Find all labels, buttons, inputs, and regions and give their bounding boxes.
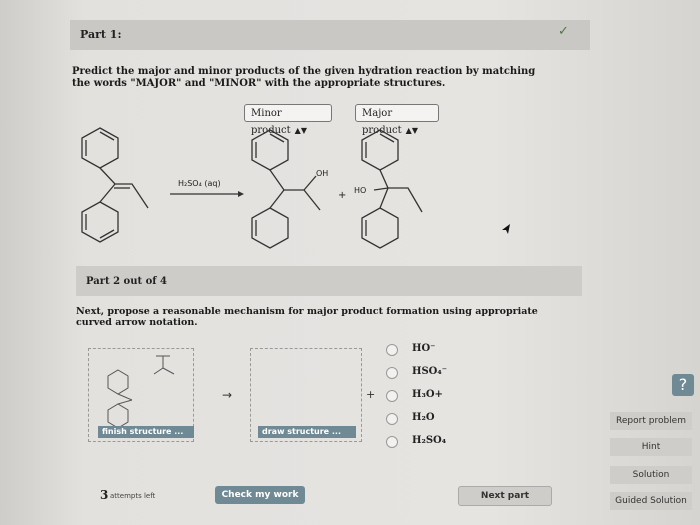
check-my-work-button[interactable]: Check my work: [215, 486, 305, 504]
option-label-2: H₃O+: [412, 389, 443, 400]
report-problem-button[interactable]: Report problem: [610, 412, 692, 430]
option-radio-1[interactable]: [386, 367, 398, 379]
part1-question: Predict the major and minor products of …: [72, 66, 536, 89]
mechanism-plus: +: [366, 388, 376, 401]
option-label-3: H₂O: [412, 412, 435, 423]
option-radio-4[interactable]: [386, 436, 398, 448]
option-radio-2[interactable]: [386, 390, 398, 402]
finish-structure-button[interactable]: finish structure ...: [98, 426, 194, 438]
oh-label: OH: [316, 169, 328, 178]
mechanism-arrow: →: [222, 388, 233, 402]
reagent-label: H₂SO₄ (aq): [178, 179, 221, 188]
option-label-1: HSO₄⁻: [412, 366, 448, 377]
guided-solution-button[interactable]: Guided Solution: [610, 492, 692, 510]
draw-structure-button[interactable]: draw structure ...: [258, 426, 356, 438]
option-label-0: HO⁻: [412, 343, 436, 354]
next-part-button[interactable]: Next part: [458, 486, 552, 506]
help-icon[interactable]: ?: [672, 374, 694, 396]
plus-sign: +: [338, 190, 346, 201]
attempts-count: 3: [100, 488, 109, 502]
page: Part 1: ✓ Predict the major and minor pr…: [0, 0, 700, 525]
part2-title: Part 2 out of 4: [86, 276, 167, 287]
part1-title: Part 1:: [80, 28, 122, 41]
option-radio-3[interactable]: [386, 413, 398, 425]
cursor-icon: [502, 224, 510, 234]
option-radio-0[interactable]: [386, 344, 398, 356]
mechanism-structure: [107, 355, 175, 428]
part2-question: Next, propose a reasonable mechanism for…: [76, 306, 538, 328]
reactant-structure: [81, 127, 149, 243]
part1-header: [70, 20, 590, 50]
ho-label: HO: [354, 186, 366, 195]
product-1-structure: [251, 129, 321, 249]
option-label-4: H₂SO₄: [412, 435, 447, 446]
check-icon: ✓: [558, 24, 569, 39]
reaction-scheme: H₂SO₄ (aq) OH + HO: [81, 127, 423, 249]
hint-button[interactable]: Hint: [610, 438, 692, 456]
attempts-label: attempts left: [110, 492, 156, 500]
solution-button[interactable]: Solution: [610, 466, 692, 484]
product-2-structure: [361, 129, 423, 249]
